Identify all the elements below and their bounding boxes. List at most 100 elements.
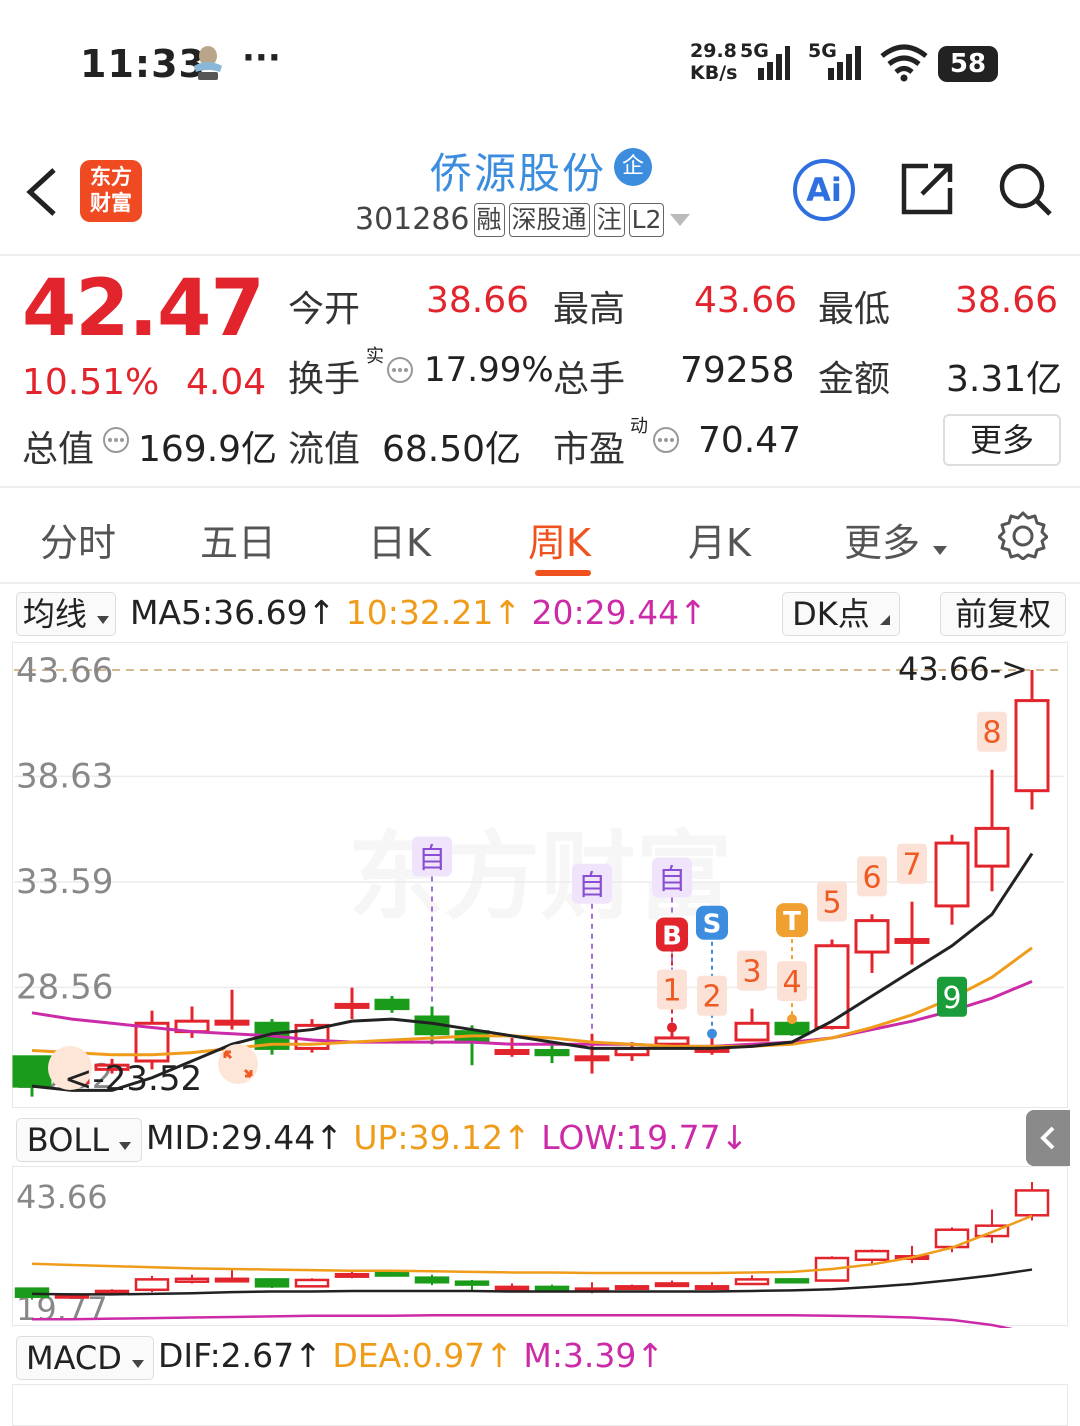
boll-values: MID:29.44↑ UP:39.12↑ LOW:19.77↓ [146,1118,748,1157]
ai-assistant-button[interactable]: Ai [792,158,856,222]
mktcap-value: 169.9亿 [138,429,278,470]
tag-margin: 融 [473,202,505,237]
tab-more[interactable]: 更多 [844,512,948,567]
boll-line-up [31,1214,1033,1275]
candle-body [414,1276,450,1284]
signal-dot [667,1022,677,1033]
candle-body [734,1021,770,1042]
tab-more-label: 更多 [844,521,921,565]
wifi-icon [880,44,928,82]
ma-values: MA5:36.69↑ 10:32.21↑ 20:29.44↑ [130,593,707,632]
boll-selector[interactable]: BOLL [16,1118,142,1162]
search-icon[interactable] [996,160,1054,218]
chevron-down-icon [97,616,110,624]
candle-body [734,1278,770,1286]
info-dots-icon[interactable] [102,426,130,454]
battery-indicator: 58 [938,46,998,82]
self-select-label: 自 [418,842,446,875]
low-marker: <-23.52 [64,1059,202,1099]
count-label: 6 [862,860,881,895]
back-arrow-icon[interactable] [22,166,62,218]
turnover-sup: 实 [366,346,384,367]
tag-registered: 注 [593,202,625,237]
candle-body [334,1272,370,1278]
floatcap-value: 68.50亿 [382,429,522,470]
signal-2-icon: 5G [808,40,861,82]
collapse-panel-button[interactable] [1026,1110,1070,1166]
signal-dot [707,1028,717,1039]
tag-connect: 深股通 [508,202,590,237]
adjust-button[interactable]: 前复权 [940,592,1066,636]
floatcap-label: 流值 [288,429,361,470]
tab-weekly-k[interactable]: 周K [528,512,591,567]
logo-text-1: 东方 [90,165,132,189]
y-tick-label: 33.59 [16,862,113,902]
divider [0,582,1080,584]
tab-five-day[interactable]: 五日 [200,512,276,567]
candle-body [654,1036,690,1046]
arrow-down-icon: ↓ [720,1118,749,1157]
volume-label: 总手 [553,359,626,400]
pe-sup: 动 [630,416,648,437]
change-amount: 4.04 [186,362,267,403]
divider [0,486,1080,488]
amount-label: 金额 [818,359,891,400]
low-value: 38.66 [955,280,1059,321]
share-icon[interactable] [898,160,956,218]
candle-body [214,1019,250,1026]
y-tick-label: 43.66 [16,651,113,691]
low-label: 最低 [818,289,891,330]
tab-monthly-k[interactable]: 月K [688,512,751,567]
tag-level2: L2 [628,202,665,237]
candle-body [374,998,410,1011]
count-label: 7 [902,848,921,883]
info-dots-icon[interactable] [652,426,680,454]
stock-code: 301286 [355,202,470,237]
count-label: 5 [822,885,841,920]
candle-body [174,1277,210,1283]
pe-label: 市盈 [553,429,626,470]
stock-name[interactable]: 侨源股份 [430,140,606,201]
active-tab-underline [535,570,591,576]
volume-value: 79258 [680,350,795,391]
net-speed-unit: KB/s [690,62,738,84]
arrow-up-icon: ↑ [315,1118,343,1157]
dropdown-triangle-icon[interactable] [668,212,692,228]
turnover-label: 换手 [288,359,361,400]
arrow-up-icon: ↑ [503,1118,531,1157]
tab-intraday[interactable]: 分时 [40,512,116,567]
macd-chart-frame[interactable] [12,1384,1068,1426]
stock-code-row[interactable]: 301286 融 深股通 注 L2 [355,202,692,237]
info-dots-icon[interactable] [386,356,414,384]
macd-m: M:3.39 [523,1336,637,1375]
arrow-up-icon: ↑ [294,1336,322,1375]
arrow-up-icon: ↑ [485,1336,513,1375]
dk-point-button[interactable]: DK点 [782,592,900,636]
macd-dif: DIF:2.67 [158,1336,295,1375]
weekly-kline-chart[interactable]: 东方财富43.6638.6333.5928.5623.52自自自BST12345… [0,640,1080,1110]
ma10-value: 10:32.21 [345,593,494,632]
boll-chart[interactable]: 43.6619.77 [0,1164,1080,1328]
quote-more-button[interactable]: 更多 [943,414,1061,466]
y-tick-label: 28.56 [16,967,113,1007]
settings-gear-icon[interactable] [998,510,1048,560]
macd-selector[interactable]: MACD [16,1336,154,1380]
ma20-value: 20:29.44 [531,593,680,632]
candle-body [214,1277,250,1283]
ma-selector-label: 均线 [22,595,87,633]
count-label: 1 [662,973,681,1008]
signal-label: T [783,907,801,937]
boll-line-low [32,1313,1014,1328]
candle-body [1014,699,1050,793]
arrow-up-icon: ↑ [636,1336,665,1375]
current-price: 42.47 [22,264,265,354]
high-value: 43.66 [694,280,798,321]
tab-daily-k[interactable]: 日K [368,512,431,567]
status-bar: 11:33 ··· 29.8 KB/s 5G 5G 58 [0,0,1080,120]
ma-selector[interactable]: 均线 [16,592,116,636]
open-label: 今开 [288,289,361,330]
candle-body [1014,1189,1050,1217]
macd-selector-label: MACD [25,1339,122,1377]
app-logo[interactable]: 东方 财富 [80,160,142,222]
arrow-up-icon: ↑ [493,593,522,632]
